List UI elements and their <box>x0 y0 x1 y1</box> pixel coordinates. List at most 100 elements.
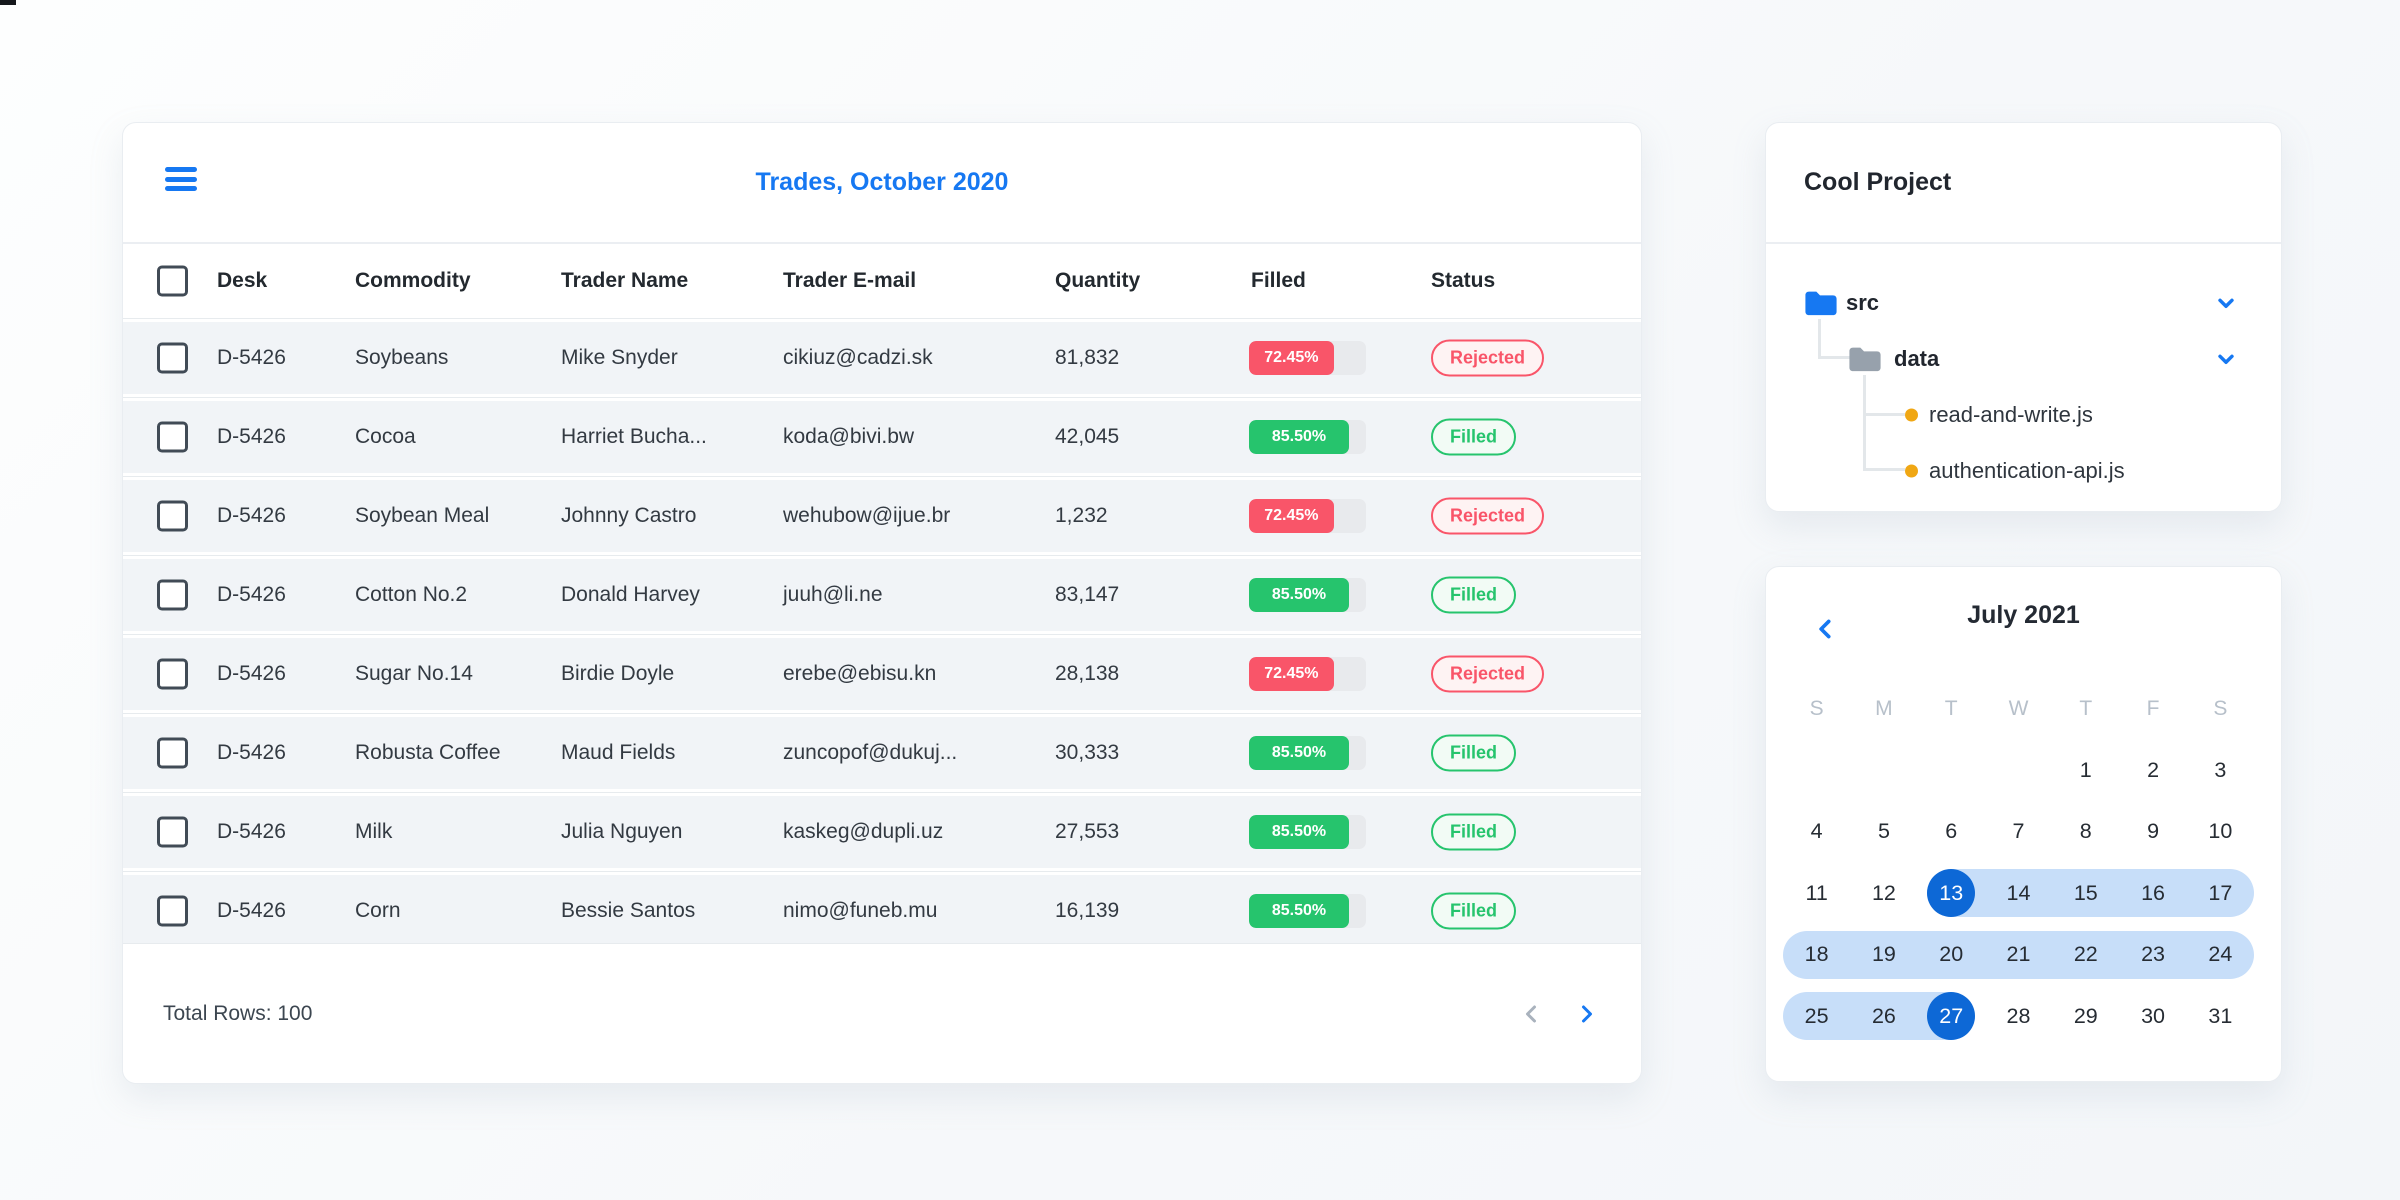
cell-trader-email: kaskeg@dupli.uz <box>783 820 944 843</box>
tree-item-file[interactable]: authentication-api.js <box>1766 454 2281 488</box>
calendar-day[interactable]: 27 <box>1918 992 1985 1040</box>
calendar-day[interactable]: 17 <box>2187 869 2254 917</box>
calendar-day[interactable]: 24 <box>2187 931 2254 979</box>
calendar-day[interactable]: 28 <box>1985 992 2052 1040</box>
cell-commodity: Milk <box>355 820 393 843</box>
pagination-next-button[interactable] <box>1569 997 1603 1031</box>
calendar-day-number: 21 <box>2006 942 2031 966</box>
calendar-day[interactable]: 2 <box>2119 746 2186 794</box>
folder-icon <box>1848 345 1882 374</box>
cell-desk: D-5426 <box>217 504 286 527</box>
cell-desk: D-5426 <box>217 662 286 685</box>
status-badge: Filled <box>1431 813 1517 851</box>
filled-progress-bar: 85.50% <box>1249 894 1366 928</box>
calendar-day[interactable]: 29 <box>2052 992 2119 1040</box>
calendar-card: July 2021 S M T W T F S 1 2 3 4 5 6 7 8 9 10 11 12 13 14 15 16… <box>1765 566 2282 1082</box>
calendar-day[interactable]: 13 <box>1918 869 1985 917</box>
progress-fill: 72.45% <box>1249 657 1334 691</box>
cell-trader-email: erebe@ebisu.kn <box>783 662 937 685</box>
progress-fill: 85.50% <box>1249 420 1350 454</box>
calendar-day-number: 5 <box>1877 819 1890 843</box>
row-checkbox[interactable] <box>157 658 188 690</box>
chevron-down-icon[interactable] <box>2213 290 2239 316</box>
calendar-day[interactable]: 6 <box>1918 808 1985 856</box>
row-checkbox[interactable] <box>157 579 188 611</box>
calendar-day[interactable]: 3 <box>2187 746 2254 794</box>
calendar-day-number: 1 <box>2079 757 2092 782</box>
calendar-day[interactable]: 7 <box>1985 808 2052 856</box>
filled-progress-bar: 72.45% <box>1249 499 1366 533</box>
calendar-day[interactable]: 4 <box>1783 808 1850 856</box>
status-badge: Filled <box>1431 418 1517 456</box>
calendar-week-row: 11 12 13 14 15 16 17 <box>1783 869 2254 917</box>
tree-item-data[interactable]: data <box>1766 342 2281 376</box>
progress-label: 85.50% <box>1271 744 1327 761</box>
cell-quantity: 28,138 <box>1055 662 1120 685</box>
tree-item-label: src <box>1846 290 1880 315</box>
cell-desk: D-5426 <box>217 583 286 606</box>
calendar-day[interactable]: 31 <box>2187 992 2254 1040</box>
total-rows-label: Total Rows: 100 <box>163 1001 313 1025</box>
calendar-day-number: 22 <box>2073 942 2098 966</box>
row-checkbox[interactable] <box>157 816 188 848</box>
calendar-day[interactable]: 1 <box>2052 746 2119 794</box>
calendar-day-header: S <box>1809 697 1824 720</box>
calendar-day[interactable]: 23 <box>2119 931 2186 979</box>
divider <box>1766 242 2281 244</box>
row-checkbox[interactable] <box>157 500 188 532</box>
calendar-day[interactable]: 26 <box>1850 992 1917 1040</box>
cell-trader-email: juuh@li.ne <box>783 583 883 606</box>
calendar-day-number: 2 <box>2147 757 2160 782</box>
trades-table-card: Trades, October 2020 Desk Commodity Trad… <box>122 122 1642 1084</box>
calendar-day[interactable]: 5 <box>1850 808 1917 856</box>
calendar-day[interactable]: 30 <box>2119 992 2186 1040</box>
row-checkbox[interactable] <box>157 342 188 374</box>
calendar-day[interactable]: 16 <box>2119 869 2186 917</box>
cell-desk: D-5426 <box>217 820 286 843</box>
chevron-right-icon <box>1574 1002 1598 1026</box>
calendar-day[interactable]: 18 <box>1783 931 1850 979</box>
tree-item-label: data <box>1894 346 1940 371</box>
calendar-day-header: S <box>2213 697 2228 720</box>
pagination-prev-button[interactable] <box>1515 997 1549 1031</box>
table-footer: Total Rows: 100 <box>123 943 1641 1083</box>
calendar-day[interactable]: 11 <box>1783 869 1850 917</box>
tree-item-src[interactable]: src <box>1766 286 2281 320</box>
calendar-day-number: 4 <box>1810 819 1823 843</box>
cell-quantity: 30,333 <box>1055 741 1120 764</box>
tree-item-file[interactable]: read-and-write.js <box>1766 398 2281 432</box>
row-checkbox[interactable] <box>157 737 188 769</box>
row-checkbox[interactable] <box>157 421 188 453</box>
calendar-day[interactable]: 8 <box>2052 808 2119 856</box>
calendar-day-number: 20 <box>1939 942 1964 966</box>
calendar-day[interactable]: 19 <box>1850 931 1917 979</box>
calendar-day[interactable]: 25 <box>1783 992 1850 1040</box>
calendar-day-number: 27 <box>1939 1003 1964 1028</box>
calendar-day-header: T <box>1944 697 1958 720</box>
calendar-day[interactable]: 9 <box>2119 808 2186 856</box>
calendar-day[interactable]: 20 <box>1918 931 1985 979</box>
status-badge: Rejected <box>1431 655 1545 693</box>
column-header-commodity: Commodity <box>355 269 471 292</box>
row-checkbox[interactable] <box>157 895 188 927</box>
cell-trader-email: koda@bivi.bw <box>783 425 915 448</box>
calendar-day[interactable]: 21 <box>1985 931 2052 979</box>
calendar-day-number: 31 <box>2208 1003 2233 1028</box>
chevron-down-icon[interactable] <box>2213 346 2239 372</box>
filled-progress-bar: 85.50% <box>1249 736 1366 770</box>
chevron-left-icon <box>1520 1002 1544 1026</box>
calendar-day[interactable]: 10 <box>2187 808 2254 856</box>
calendar-day[interactable]: 22 <box>2052 931 2119 979</box>
calendar-day[interactable]: 15 <box>2052 869 2119 917</box>
calendar-day-number: 23 <box>2141 942 2166 966</box>
table-row: D-5426 Soybeans Mike Snyder cikiuz@cadzi.sk… <box>123 318 1641 397</box>
calendar-day[interactable]: 14 <box>1985 869 2052 917</box>
progress-label: 85.50% <box>1271 586 1327 603</box>
tree-item-label: read-and-write.js <box>1929 402 2093 427</box>
calendar-day-header: F <box>2146 697 2160 720</box>
desktop-background: Trades, October 2020 Desk Commodity Trad… <box>0 0 2400 1200</box>
cell-trader-email: zuncopof@dukuj... <box>783 741 958 764</box>
calendar-day[interactable]: 12 <box>1850 869 1917 917</box>
select-all-checkbox[interactable] <box>157 265 188 297</box>
table-row: D-5426 Milk Julia Nguyen kaskeg@dupli.uz 27,… <box>123 792 1641 871</box>
